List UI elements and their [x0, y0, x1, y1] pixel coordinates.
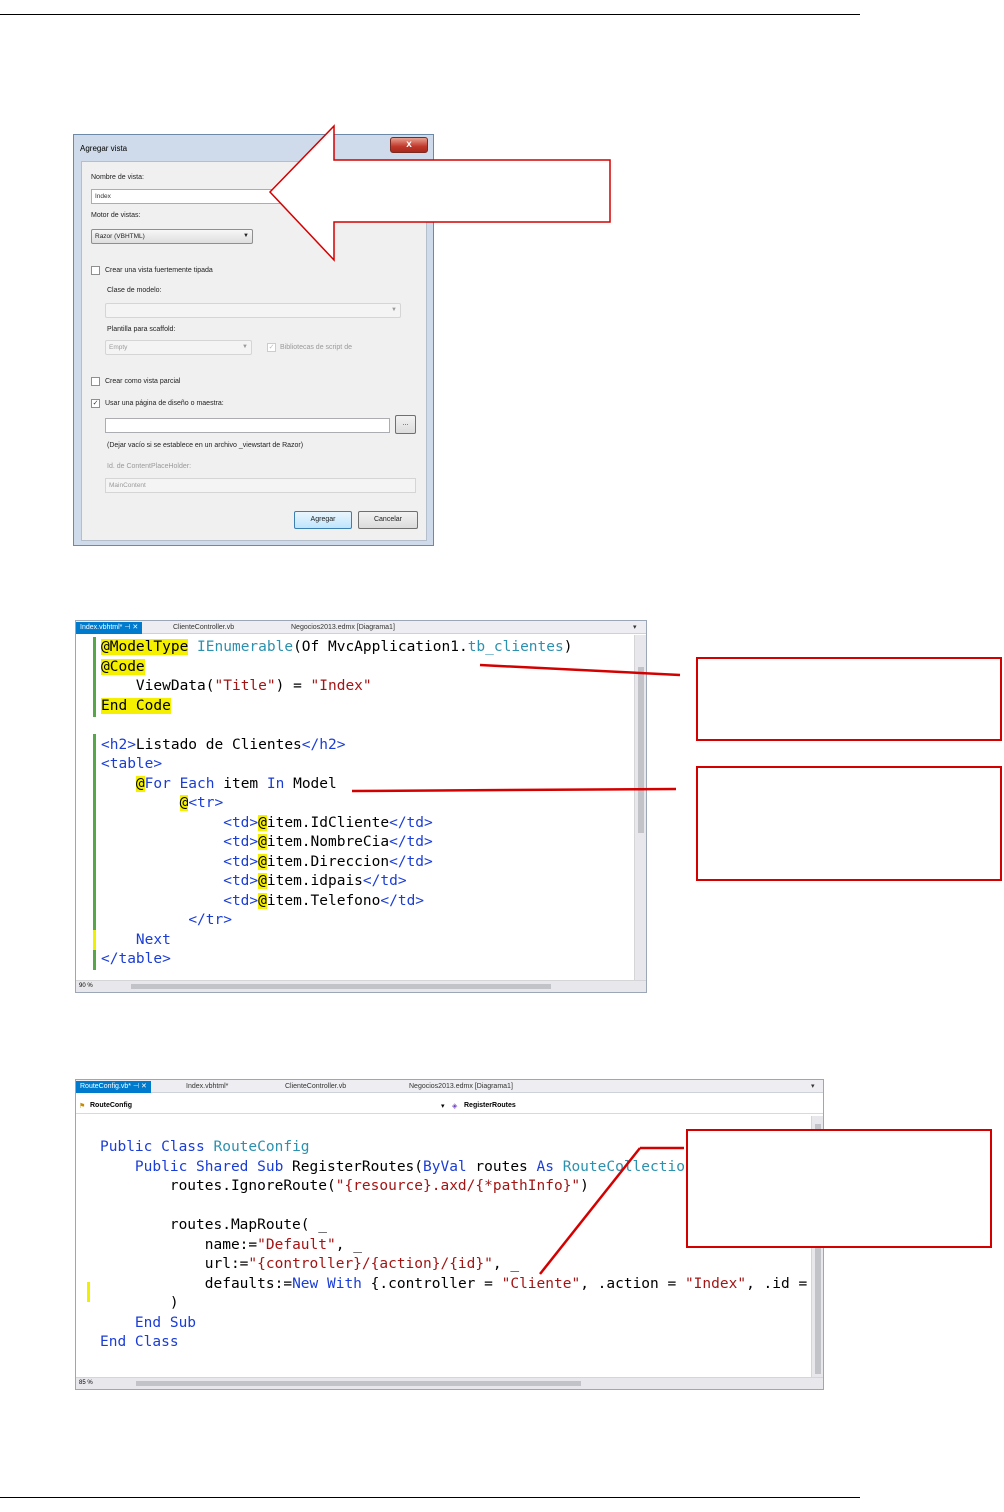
- arrow-callout: [268, 124, 611, 262]
- callout-line-model: [479, 663, 681, 677]
- callout-line-loop: [351, 787, 677, 793]
- callout-line-routes-a: [539, 1147, 641, 1275]
- callout-overlay: [268, 124, 684, 1275]
